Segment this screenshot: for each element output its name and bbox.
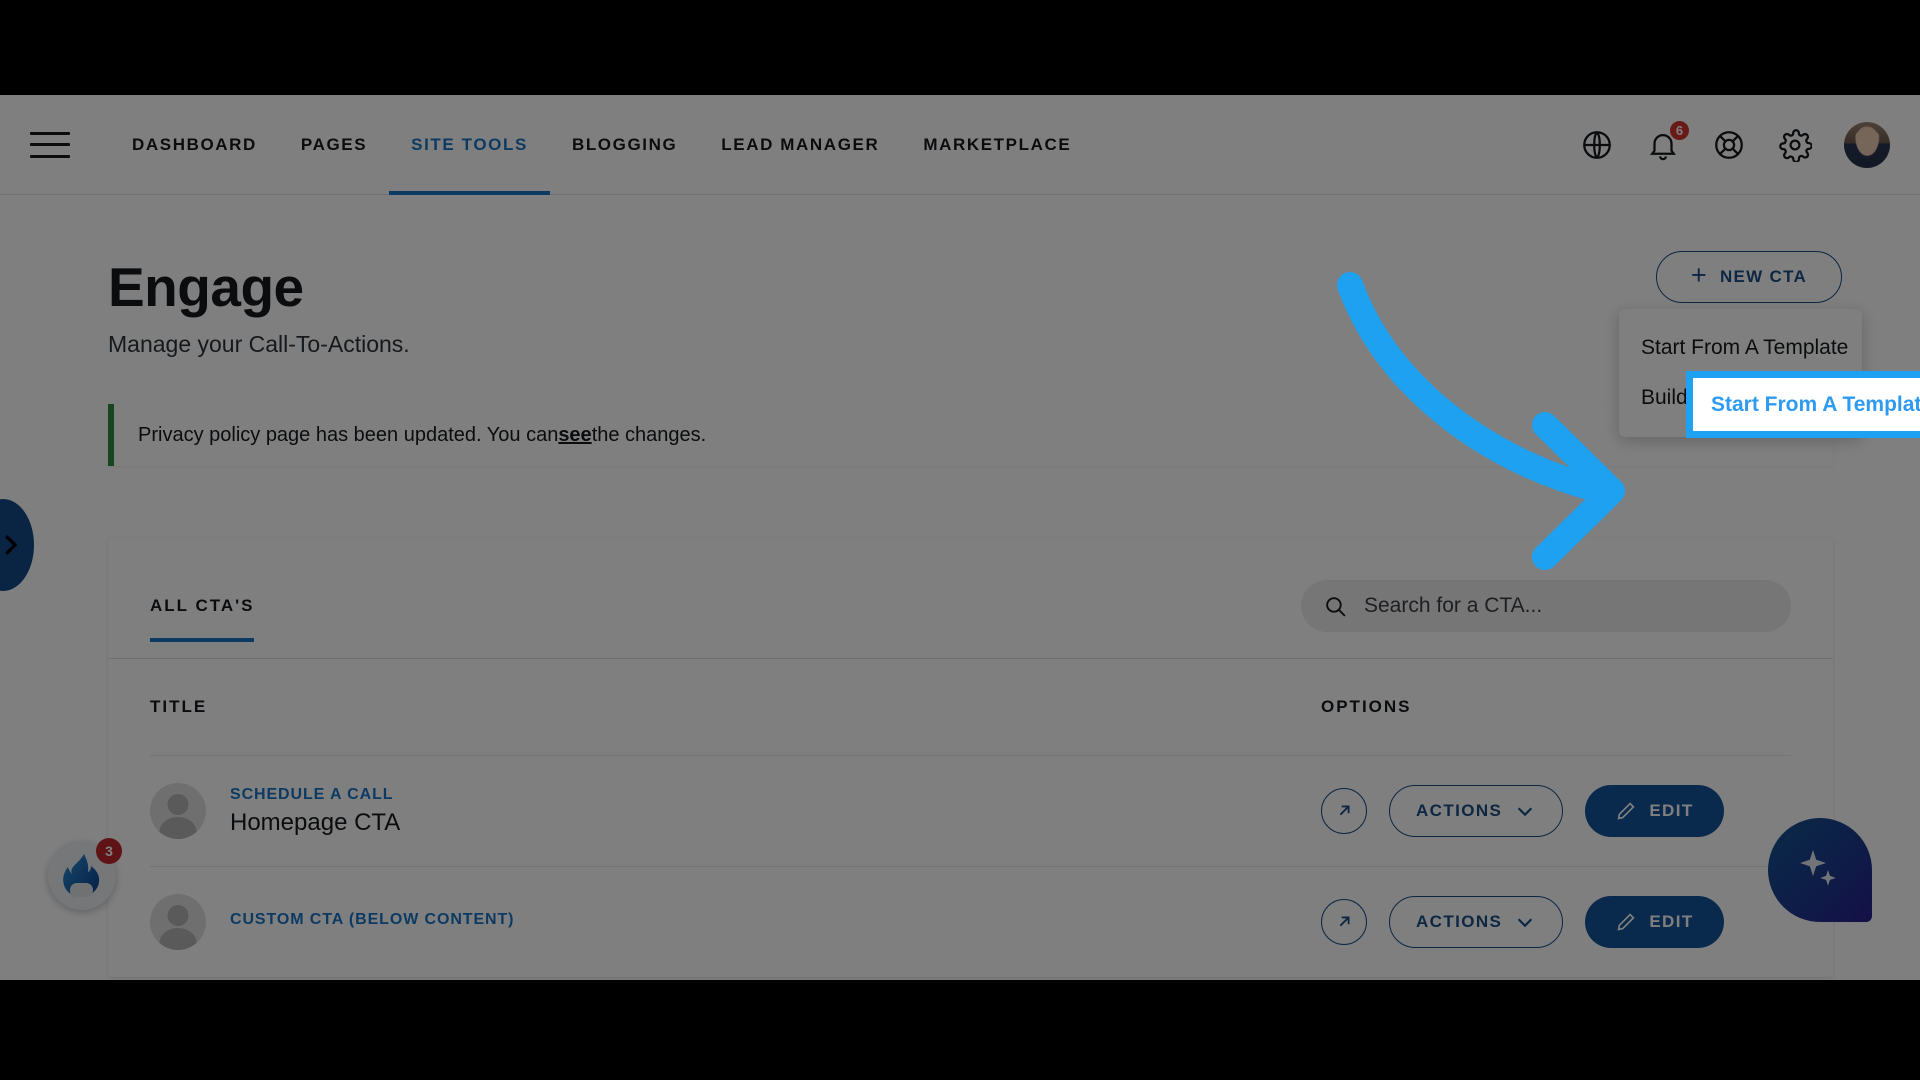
pencil-icon xyxy=(1617,913,1635,931)
cell-title: SCHEDULE A CALL Homepage CTA xyxy=(150,783,1321,839)
chevron-down-icon xyxy=(1518,807,1533,817)
external-link-icon[interactable] xyxy=(1321,788,1367,834)
table-row: CUSTOM CTA (BELOW CONTENT) ACTIONS EDIT xyxy=(150,867,1791,977)
cta-text-block: SCHEDULE A CALL Homepage CTA xyxy=(230,786,400,837)
hamburger-bar xyxy=(30,154,70,158)
highlight-label: Start From A Template xyxy=(1711,392,1920,416)
column-header-options: OPTIONS xyxy=(1321,697,1412,716)
pencil-icon xyxy=(1617,802,1635,820)
hamburger-icon[interactable] xyxy=(30,131,70,158)
browser-viewport: DASHBOARD PAGES SITE TOOLS BLOGGING LEAD… xyxy=(0,95,1920,980)
actions-button[interactable]: ACTIONS xyxy=(1389,785,1564,837)
search-icon xyxy=(1326,596,1346,617)
actions-label: ACTIONS xyxy=(1416,801,1503,820)
nav-item-site-tools[interactable]: SITE TOOLS xyxy=(389,95,550,195)
table-header-row: TITLE OPTIONS xyxy=(150,659,1791,755)
screenshot-stage: DASHBOARD PAGES SITE TOOLS BLOGGING LEAD… xyxy=(0,0,1920,1080)
globe-icon[interactable] xyxy=(1580,128,1614,162)
menu-item-start-from-a-template[interactable]: Start From A Template xyxy=(1619,323,1862,373)
navbar-actions: 6 xyxy=(1580,118,1890,168)
edit-button[interactable]: EDIT xyxy=(1585,785,1724,837)
top-navbar: DASHBOARD PAGES SITE TOOLS BLOGGING LEAD… xyxy=(0,95,1920,195)
new-cta-area: + NEW CTA Start From A Template Build A … xyxy=(1619,251,1862,437)
notification-badge: 6 xyxy=(1668,118,1691,142)
cta-name: Homepage CTA xyxy=(230,808,401,836)
card-toolbar: ALL CTA'S xyxy=(108,538,1833,658)
bell-icon[interactable]: 6 xyxy=(1646,118,1691,162)
new-cta-label: NEW CTA xyxy=(1719,267,1808,286)
highlighted-menu-item-start-from-a-template[interactable]: Start From A Template xyxy=(1686,371,1920,438)
chat-widget-button[interactable]: 3 xyxy=(48,838,122,910)
external-link-icon[interactable] xyxy=(1321,899,1367,945)
edit-button[interactable]: EDIT xyxy=(1585,896,1724,948)
new-cta-button[interactable]: + NEW CTA xyxy=(1656,251,1842,303)
table-row: SCHEDULE A CALL Homepage CTA ACTIONS EDI… xyxy=(150,756,1791,866)
notice-see-link[interactable]: see xyxy=(558,424,591,447)
actions-label: ACTIONS xyxy=(1416,912,1503,931)
plus-icon: + xyxy=(1690,260,1708,290)
tab-all-ctas[interactable]: ALL CTA'S xyxy=(150,596,255,642)
chevron-right-icon xyxy=(5,535,18,555)
search-cta-box[interactable] xyxy=(1301,580,1791,632)
all-ctas-card: ALL CTA'S TITLE OPTIONS xyxy=(108,538,1833,977)
cell-options: ACTIONS EDIT xyxy=(1321,785,1791,837)
cell-options: ACTIONS EDIT xyxy=(1321,896,1791,948)
column-header-title: TITLE xyxy=(150,697,208,716)
engage-page: DASHBOARD PAGES SITE TOOLS BLOGGING LEAD… xyxy=(0,95,1920,980)
edit-label: EDIT xyxy=(1649,912,1694,931)
hamburger-bar xyxy=(30,143,70,146)
cta-thumbnail-avatar xyxy=(150,783,206,839)
actions-button[interactable]: ACTIONS xyxy=(1389,896,1564,948)
chevron-down-icon xyxy=(1518,918,1533,928)
edit-label: EDIT xyxy=(1649,801,1694,820)
nav-item-blogging[interactable]: BLOGGING xyxy=(550,95,699,195)
nav-item-marketplace[interactable]: MARKETPLACE xyxy=(901,95,1093,195)
notice-text-before: Privacy policy page has been updated. Yo… xyxy=(138,423,559,446)
gear-icon[interactable] xyxy=(1778,128,1812,162)
ai-assistant-button[interactable] xyxy=(1768,818,1872,922)
chat-unread-badge: 3 xyxy=(96,838,122,864)
cell-title: CUSTOM CTA (BELOW CONTENT) xyxy=(150,894,1321,950)
nav-item-dashboard[interactable]: DASHBOARD xyxy=(110,95,279,195)
user-avatar[interactable] xyxy=(1844,121,1890,168)
page-content: Engage Manage your Call-To-Actions. Priv… xyxy=(0,195,1920,977)
primary-navigation: DASHBOARD PAGES SITE TOOLS BLOGGING LEAD… xyxy=(110,95,1093,195)
nav-item-lead-manager[interactable]: LEAD MANAGER xyxy=(699,95,901,195)
notice-text-after: the changes. xyxy=(591,423,707,446)
lifebuoy-help-icon[interactable] xyxy=(1712,128,1746,162)
cta-kind-label[interactable]: SCHEDULE A CALL xyxy=(230,786,400,804)
sparkle-icon xyxy=(1800,850,1836,886)
cta-kind-label[interactable]: CUSTOM CTA (BELOW CONTENT) xyxy=(230,911,514,929)
nav-item-pages[interactable]: PAGES xyxy=(279,95,389,195)
hamburger-bar xyxy=(30,131,70,135)
ctas-table: TITLE OPTIONS SCHEDULE A CALL Homepage C… xyxy=(108,659,1833,977)
cta-text-block: CUSTOM CTA (BELOW CONTENT) xyxy=(230,911,514,934)
cta-thumbnail-avatar xyxy=(150,894,206,950)
search-input[interactable] xyxy=(1364,594,1769,618)
privacy-policy-notice: Privacy policy page has been updated. Yo… xyxy=(108,404,1833,466)
